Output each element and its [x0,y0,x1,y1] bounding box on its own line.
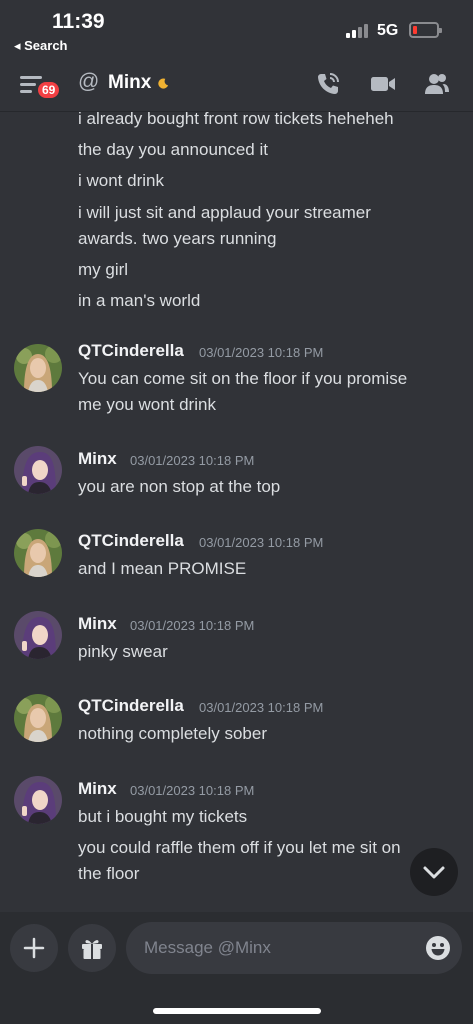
timestamp: 03/01/2023 10:18 PM [130,783,255,798]
message-text: you could raffle them off if you let me … [78,838,401,857]
jump-to-bottom-button[interactable] [410,848,458,896]
author-name[interactable]: QTCinderella [78,696,184,716]
home-indicator [153,1008,321,1014]
qtcinderella-avatar-icon [14,694,62,742]
timestamp: 03/01/2023 10:18 PM [199,535,324,550]
message-text: the floor [78,864,140,883]
message-text: pinky swear [78,642,168,661]
video-icon[interactable] [369,70,397,98]
clock: 11:39 [52,10,105,33]
message-text: and I mean PROMISE [78,559,247,578]
message-text: i already bought front row tickets heheh… [78,112,394,128]
signal-icon [346,24,370,38]
at-icon: @ [78,70,100,93]
timestamp: 03/01/2023 10:18 PM [199,700,324,715]
status-bar: 11:39 ◂ Search 5G [0,0,473,58]
unread-badge: 69 [36,80,62,100]
author-name[interactable]: Minx [78,614,117,634]
author-name[interactable]: QTCinderella [78,341,184,361]
message-text: i wont drink [78,171,164,190]
author-name[interactable]: Minx [78,779,117,799]
message-text: in a man's world [78,291,201,310]
qtcinderella-avatar-icon [14,529,62,577]
avatar[interactable] [14,529,62,577]
gift-button[interactable] [68,924,116,972]
message-text: me you wont drink [78,395,216,414]
back-to-search-link[interactable]: ◂ Search [14,38,68,54]
message-composer [0,912,473,1024]
message-text: my girl [78,260,129,279]
plus-icon [23,937,45,959]
avatar[interactable] [14,776,62,824]
timestamp: 03/01/2023 10:18 PM [130,453,255,468]
phone-call-icon[interactable] [314,70,342,98]
message-text: awards. two years running [78,229,277,248]
author-name[interactable]: Minx [78,449,117,469]
avatar[interactable] [14,694,62,742]
timestamp: 03/01/2023 10:18 PM [130,618,255,633]
battery-icon [409,22,442,38]
qtcinderella-avatar-icon [14,344,62,392]
author-name[interactable]: QTCinderella [78,531,184,551]
message-text: but i bought my tickets [78,807,248,826]
members-icon[interactable] [423,70,451,98]
avatar[interactable] [14,344,62,392]
emoji-icon[interactable] [425,935,451,961]
avatar[interactable] [14,446,62,494]
channel-title[interactable]: Minx [108,72,151,94]
minx-avatar-icon [14,776,62,824]
moon-icon [158,78,169,89]
message-text: You can come sit on the floor if you pro… [78,369,408,388]
minx-avatar-icon [14,446,62,494]
message-text: nothing completely sober [78,724,268,743]
chevron-down-icon [423,866,445,879]
channel-header: 69 @ Minx [0,58,473,112]
message-text: you are non stop at the top [78,477,281,496]
avatar[interactable] [14,611,62,659]
message-text: the day you announced it [78,140,268,159]
add-attachment-button[interactable] [10,924,58,972]
minx-avatar-icon [14,611,62,659]
timestamp: 03/01/2023 10:18 PM [199,345,324,360]
message-list[interactable]: i already bought front row tickets heheh… [0,112,473,912]
gift-icon [82,940,102,959]
message-input[interactable] [126,922,462,974]
network-label: 5G [377,22,399,39]
message-text: i will just sit and applaud your streame… [78,203,371,222]
